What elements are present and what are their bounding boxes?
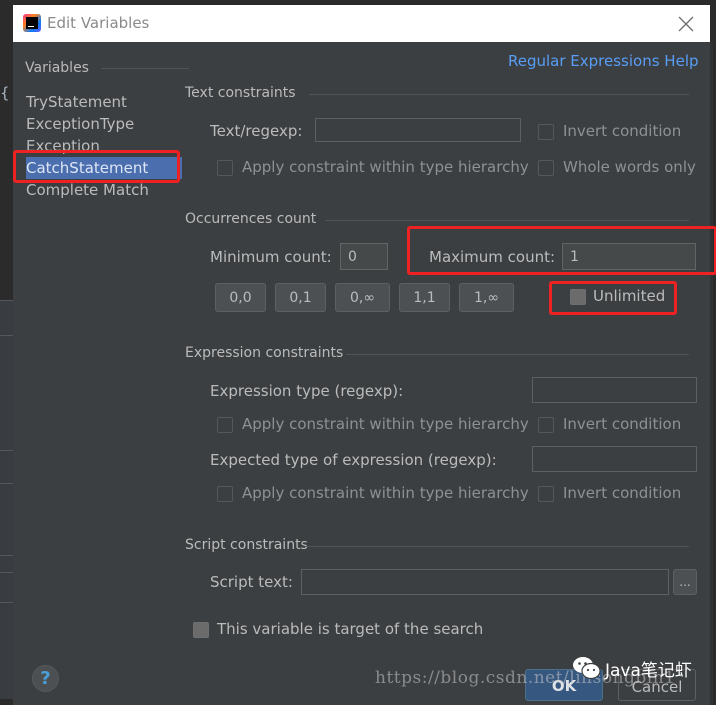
regex-help-link[interactable]: Regular Expressions Help: [508, 52, 699, 70]
variable-item-catchstatement[interactable]: CatchStatement: [26, 157, 182, 179]
editor-divider: [0, 483, 13, 484]
intellij-idea-icon: [23, 14, 41, 32]
editor-divider: [0, 335, 13, 336]
script-constraints-line: [306, 546, 689, 547]
variable-item-complete-match[interactable]: Complete Match: [26, 179, 182, 201]
target-of-search-checkbox[interactable]: [193, 622, 209, 638]
editor-panel: [0, 300, 13, 699]
editor-brace-glyph: {: [0, 84, 10, 102]
variable-item-trystatement[interactable]: TryStatement: [26, 91, 182, 113]
invert-condition-checkbox-expected[interactable]: [538, 486, 554, 502]
editor-divider: [0, 450, 13, 451]
variables-list: TryStatement ExceptionType Exception Cat…: [26, 91, 182, 201]
min-count-input[interactable]: [340, 243, 388, 270]
expected-type-label: Expected type of expression (regexp):: [210, 451, 497, 469]
invert-condition-checkbox[interactable]: [538, 124, 554, 140]
cancel-button[interactable]: Cancel: [618, 669, 696, 701]
preset-0-0-button[interactable]: 0,0: [215, 283, 266, 312]
window-title: Edit Variables: [47, 14, 150, 32]
expression-type-input[interactable]: [532, 377, 697, 403]
dialog-edge: [710, 42, 713, 705]
script-text-input[interactable]: [301, 569, 669, 595]
text-regexp-input[interactable]: [315, 118, 521, 142]
apply-hierarchy-checkbox-expression[interactable]: [217, 417, 233, 433]
max-count-label: Maximum count:: [429, 248, 556, 266]
editor-background: [0, 0, 13, 699]
close-icon[interactable]: [677, 15, 695, 33]
apply-hierarchy-checkbox-expected[interactable]: [217, 486, 233, 502]
preset-0-1-button[interactable]: 0,1: [275, 283, 326, 312]
expression-constraints-line: [346, 354, 689, 355]
editor-divider: [0, 572, 13, 573]
variables-header: Variables: [25, 60, 89, 76]
help-button[interactable]: ?: [32, 665, 59, 692]
variable-item-exception[interactable]: Exception: [26, 135, 182, 157]
script-browse-button[interactable]: ...: [673, 569, 697, 595]
invert-condition-checkbox-expression[interactable]: [538, 417, 554, 433]
editor-divider: [0, 300, 13, 301]
invert-condition-label: Invert condition: [563, 122, 682, 140]
whole-words-label: Whole words only: [563, 158, 696, 176]
preset-0-inf-button[interactable]: 0,∞: [335, 283, 390, 312]
variables-header-line: [101, 68, 189, 69]
edit-variables-dialog: Edit Variables Regular Expressions Help …: [13, 5, 716, 705]
script-constraints-header: Script constraints: [185, 537, 308, 553]
script-text-label: Script text:: [210, 573, 293, 591]
unlimited-checkbox[interactable]: [570, 289, 586, 305]
apply-hierarchy-label-expected: Apply constraint within type hierarchy: [242, 484, 529, 502]
preset-1-inf-button[interactable]: 1,∞: [459, 283, 514, 312]
text-constraints-header: Text constraints: [185, 85, 296, 101]
target-of-search-label: This variable is target of the search: [217, 620, 484, 638]
title-bar[interactable]: Edit Variables: [13, 5, 710, 42]
text-constraints-line: [309, 94, 689, 95]
min-count-label: Minimum count:: [210, 248, 332, 266]
editor-divider: [0, 602, 13, 603]
ok-button[interactable]: OK: [525, 669, 603, 701]
apply-hierarchy-checkbox[interactable]: [217, 160, 233, 176]
occurrences-header: Occurrences count: [185, 211, 317, 227]
invert-condition-label-expression: Invert condition: [563, 415, 682, 433]
text-regexp-label: Text/regexp:: [210, 122, 303, 140]
max-count-input[interactable]: [562, 243, 696, 270]
editor-divider: [0, 555, 13, 556]
expected-type-input[interactable]: [532, 446, 697, 472]
whole-words-checkbox[interactable]: [538, 160, 554, 176]
variable-item-exceptiontype[interactable]: ExceptionType: [26, 113, 182, 135]
occurrences-line: [325, 220, 689, 221]
unlimited-label: Unlimited: [593, 287, 666, 305]
expression-constraints-header: Expression constraints: [185, 345, 344, 361]
apply-hierarchy-label: Apply constraint within type hierarchy: [242, 158, 529, 176]
preset-1-1-button[interactable]: 1,1: [399, 283, 450, 312]
invert-condition-label-expected: Invert condition: [563, 484, 682, 502]
expression-type-label: Expression type (regexp):: [210, 382, 404, 400]
apply-hierarchy-label-expression: Apply constraint within type hierarchy: [242, 415, 529, 433]
